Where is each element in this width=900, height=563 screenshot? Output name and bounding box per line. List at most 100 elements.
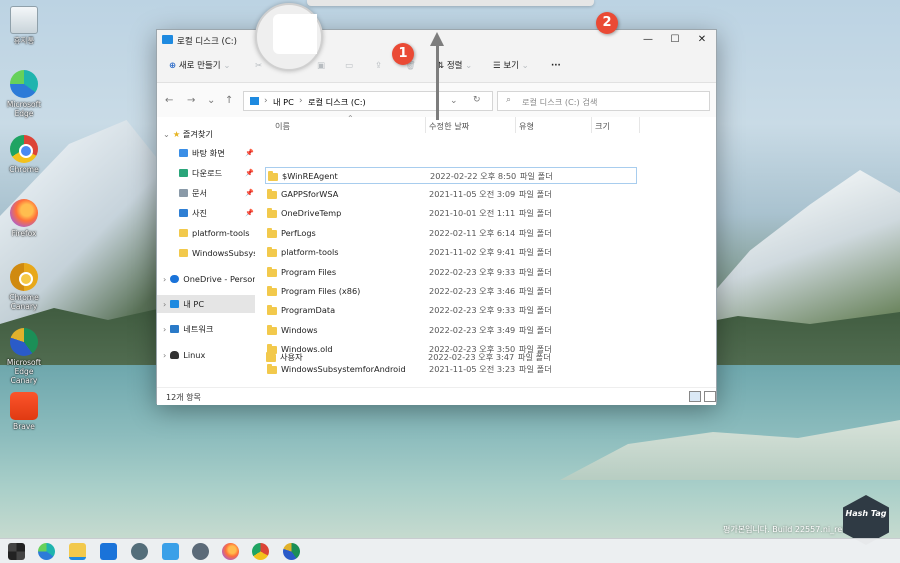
- breadcrumb-drive[interactable]: 로컬 디스크 (C:): [308, 96, 366, 108]
- settings-move-icon[interactable]: [131, 543, 148, 560]
- column-type[interactable]: 유형: [519, 120, 534, 132]
- pc-icon: [250, 97, 259, 105]
- view-button[interactable]: ☰ 보기 ⌄: [493, 58, 529, 74]
- folder-icon: [268, 171, 278, 181]
- nav-item-platform-tools[interactable]: platform-tools: [157, 224, 255, 242]
- table-row[interactable]: platform-tools 2021-11-02 오후 9:41 파일 폴더: [265, 244, 637, 261]
- paste-icon[interactable]: ▣: [317, 58, 325, 74]
- status-bar: 12개 항목: [157, 387, 716, 405]
- minimize-button[interactable]: —: [634, 30, 662, 50]
- desktop-icon-chrome-canary[interactable]: Chrome Canary: [4, 263, 44, 311]
- chevron-down-icon: ⌄: [465, 61, 473, 71]
- up-icon[interactable]: ↑: [225, 95, 233, 106]
- table-row[interactable]: Program Files (x86) 2022-02-23 오후 3:46 파…: [265, 283, 637, 300]
- item-count: 12개 항목: [166, 393, 201, 402]
- nav-onedrive[interactable]: › OneDrive - Persona: [157, 270, 255, 288]
- back-icon[interactable]: ←: [165, 95, 173, 106]
- table-row[interactable]: Program Files 2022-02-23 오후 9:33 파일 폴더: [265, 264, 637, 281]
- desktop-icon: [179, 149, 188, 157]
- notepad-icon[interactable]: [162, 543, 179, 560]
- tiles-view-icon[interactable]: [704, 391, 716, 402]
- desktop-icon-firefox[interactable]: Firefox: [4, 199, 44, 238]
- sort-button[interactable]: ⇅ 정렬 ⌄: [437, 58, 472, 74]
- new-button[interactable]: ⊕ 새로 만들기 ⌄: [169, 58, 230, 74]
- folder-icon: [267, 228, 277, 238]
- column-separator[interactable]: [591, 117, 592, 133]
- share-icon[interactable]: ⇪: [375, 58, 382, 74]
- folder-icon: [267, 364, 277, 374]
- nav-network[interactable]: › 네트워크: [157, 320, 255, 338]
- table-row[interactable]: $WinREAgent 2022-02-22 오후 8:50 파일 폴더: [265, 167, 637, 184]
- folder-icon: [267, 325, 277, 335]
- mail-icon[interactable]: [100, 543, 117, 560]
- chevron-down-icon[interactable]: ⌄: [450, 96, 458, 106]
- column-size[interactable]: 크기: [595, 120, 610, 132]
- search-box[interactable]: ⌕ 로컬 디스크 (C:) 검색: [497, 91, 710, 111]
- column-separator[interactable]: [425, 117, 426, 133]
- nav-item-desktop[interactable]: 바탕 화면 📌: [157, 144, 255, 162]
- table-row[interactable]: PerfLogs 2022-02-11 오후 6:14 파일 폴더: [265, 225, 637, 242]
- nav-this-pc[interactable]: › 내 PC: [157, 295, 255, 313]
- more-button[interactable]: ···: [551, 58, 561, 74]
- pin-icon: 📌: [245, 209, 254, 217]
- gear-icon[interactable]: [192, 543, 209, 560]
- chevron-down-icon: ⌄: [163, 129, 170, 139]
- forward-icon[interactable]: →: [187, 95, 195, 106]
- edge-canary-icon[interactable]: [283, 543, 300, 560]
- chevron-down-icon: ⌄: [223, 61, 231, 71]
- document-icon: [179, 189, 188, 197]
- edge-icon[interactable]: [38, 543, 55, 560]
- table-row[interactable]: 사용자 2022-02-23 오후 3:47 파일 폴더: [264, 349, 636, 366]
- rename-icon[interactable]: ▭: [345, 58, 353, 74]
- table-row[interactable]: OneDriveTemp 2021-10-01 오전 1:11 파일 폴더: [265, 205, 637, 222]
- desktop-icon-recycle-bin[interactable]: 휴지통: [4, 6, 44, 45]
- recent-chevron-icon[interactable]: ⌄: [207, 95, 215, 106]
- folder-icon: [267, 189, 277, 199]
- nav-item-pictures[interactable]: 사진 📌: [157, 204, 255, 222]
- table-row[interactable]: ProgramData 2022-02-23 오후 9:33 파일 폴더: [265, 302, 637, 319]
- nav-item-downloads[interactable]: 다운로드 📌: [157, 164, 255, 182]
- start-icon[interactable]: [8, 543, 25, 560]
- close-button[interactable]: ✕: [688, 30, 716, 50]
- refresh-icon[interactable]: ↻: [473, 95, 481, 105]
- firefox-icon: [10, 199, 38, 227]
- nav-quick-access[interactable]: ⌄ ★ 즐겨찾기: [157, 125, 255, 143]
- desktop-icon-edge-canary[interactable]: Microsoft Edge Canary: [4, 328, 44, 385]
- chevron-right-icon: ›: [163, 299, 167, 309]
- column-modified[interactable]: 수정한 날짜: [429, 120, 469, 132]
- nav-item-documents[interactable]: 문서 📌: [157, 184, 255, 202]
- step-badge-1: 1: [392, 43, 414, 65]
- table-row[interactable]: Windows 2022-02-23 오후 3:49 파일 폴더: [265, 322, 637, 339]
- nav-item-wsa[interactable]: WindowsSubsyste: [157, 244, 255, 262]
- chevron-right-icon: ›: [163, 274, 167, 284]
- recycle-bin-icon: [10, 6, 38, 34]
- column-separator[interactable]: [639, 117, 640, 133]
- desktop-icon-brave[interactable]: Brave: [4, 392, 44, 431]
- taskbar: [0, 538, 900, 563]
- snap-layout-drop-zone: [307, 0, 594, 6]
- address-bar[interactable]: › 내 PC › 로컬 디스크 (C:) ⌄ ↻: [243, 91, 493, 111]
- firefox-icon[interactable]: [222, 543, 239, 560]
- column-name[interactable]: 이름: [275, 120, 290, 132]
- folder-icon: [267, 305, 277, 315]
- search-icon: ⌕: [506, 95, 512, 105]
- maximize-button[interactable]: ☐: [661, 30, 689, 50]
- table-row[interactable]: GAPPSforWSA 2021-11-05 오전 3:09 파일 폴더: [265, 186, 637, 203]
- chevron-down-icon: ⌄: [521, 61, 529, 71]
- column-separator[interactable]: [515, 117, 516, 133]
- pin-icon: 📌: [245, 189, 254, 197]
- desktop-icon-edge[interactable]: Microsoft Edge: [4, 70, 44, 118]
- folder-icon: [267, 286, 277, 296]
- step-badge-2: 2: [596, 12, 618, 34]
- nav-linux[interactable]: › Linux: [157, 346, 255, 364]
- brave-icon: [10, 392, 38, 420]
- evaluation-watermark: 평가본입니다. Build 22557.ni_relea: [723, 525, 855, 534]
- file-explorer-icon[interactable]: [69, 543, 86, 560]
- breadcrumb-pc[interactable]: 내 PC: [273, 96, 294, 108]
- cut-icon[interactable]: ✂: [255, 58, 262, 74]
- details-view-icon[interactable]: [689, 391, 701, 402]
- view-icon: ☰: [493, 61, 501, 71]
- folder-icon: [266, 352, 276, 362]
- chrome-icon[interactable]: [252, 543, 269, 560]
- desktop-icon-chrome[interactable]: Chrome: [4, 135, 44, 174]
